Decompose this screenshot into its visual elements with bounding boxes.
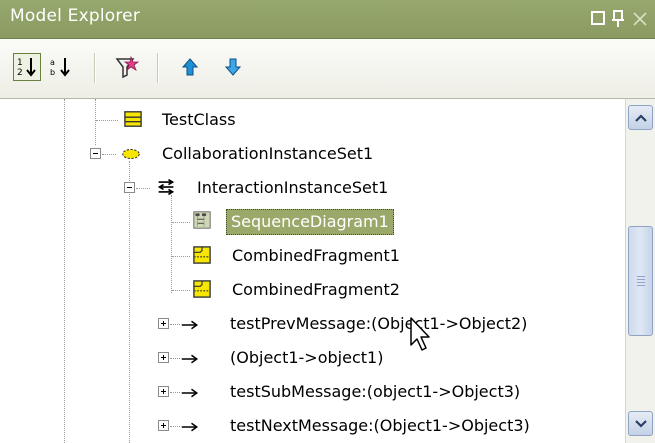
scroll-up-button[interactable] — [628, 105, 653, 130]
title-bar: Model Explorer — [0, 0, 655, 39]
expand-toggle[interactable] — [158, 318, 169, 329]
tree-item-message[interactable]: testSubMessage:(object1->Object3) — [0, 377, 625, 407]
toolbar: 1 2 a b — [0, 39, 655, 99]
collapse-toggle[interactable] — [90, 148, 101, 159]
tree-item-message[interactable]: testPrevMessage:(Object1->Object2) — [0, 309, 625, 339]
tree-item-label: testNextMessage:(Object1->Object3) — [230, 416, 530, 435]
tree-item-label: TestClass — [162, 110, 236, 129]
tree-item-label-selected: SequenceDiagram1 — [226, 209, 394, 235]
sort-alphabetically-button[interactable]: a b — [47, 53, 75, 81]
vertical-scrollbar[interactable] — [625, 99, 655, 443]
close-icon — [633, 12, 647, 26]
grip-line — [637, 285, 645, 286]
sequence-diagram-icon — [193, 211, 211, 229]
grip-line — [637, 279, 645, 280]
combined-fragment-icon — [193, 280, 211, 298]
scroll-down-button[interactable] — [628, 411, 653, 436]
expand-toggle[interactable] — [158, 352, 169, 363]
grip-line — [637, 282, 645, 283]
svg-text:2: 2 — [17, 68, 23, 78]
combined-fragment-icon — [193, 246, 211, 264]
chevron-up-icon — [634, 113, 647, 122]
expand-toggle[interactable] — [158, 386, 169, 397]
tree-branch-line — [172, 222, 190, 223]
tree-branch-line — [170, 392, 180, 393]
arrow-down-icon — [224, 58, 242, 76]
arrow-up-icon — [181, 58, 199, 76]
sort-by-type-button[interactable]: 1 2 — [13, 53, 41, 81]
collaboration-icon — [122, 148, 140, 160]
tree-item-combined-fragment-1[interactable]: CombinedFragment1 — [0, 241, 625, 271]
interaction-icon — [157, 178, 175, 196]
sort-alpha-icon: a b — [50, 58, 70, 77]
tree-item-message[interactable]: (Object1->object1) — [0, 343, 625, 373]
tree-item-label: CombinedFragment2 — [232, 280, 400, 299]
collapse-toggle[interactable] — [124, 182, 135, 193]
svg-text:b: b — [50, 68, 55, 77]
tree-item-interaction-instance-set[interactable]: InteractionInstanceSet1 — [0, 173, 625, 203]
class-icon — [124, 111, 142, 127]
tree-item-message[interactable]: testNextMessage:(Object1->Object3) — [0, 411, 625, 441]
pin-button[interactable] — [607, 7, 629, 31]
model-tree[interactable]: TestClass CollaborationInstanceSet1 Inte… — [0, 99, 625, 443]
tree-item-sequence-diagram[interactable]: SequenceDiagram1 — [0, 207, 625, 237]
maximize-button[interactable] — [587, 7, 609, 31]
toolbar-separator — [94, 53, 96, 83]
tree-branch-line — [102, 154, 116, 155]
tree-item-label: CombinedFragment1 — [232, 246, 400, 265]
tree-branch-line — [172, 256, 190, 257]
tree-branch-line — [170, 324, 180, 325]
tree-item-label: InteractionInstanceSet1 — [197, 178, 389, 197]
message-arrow-icon — [181, 388, 199, 398]
tree-branch-line — [170, 358, 180, 359]
tree-branch-line — [172, 290, 190, 291]
tree-branch-line — [170, 426, 180, 427]
scroll-thumb[interactable] — [628, 226, 653, 336]
tree-branch-line — [136, 188, 150, 189]
chevron-down-icon — [634, 419, 647, 428]
maximize-icon — [591, 10, 605, 25]
tree-branch-line — [96, 120, 118, 121]
message-arrow-icon — [181, 354, 199, 364]
tree-item-label: CollaborationInstanceSet1 — [162, 144, 374, 163]
message-arrow-icon — [181, 320, 199, 330]
message-arrow-icon — [181, 422, 199, 432]
sort-numeric-icon: 1 2 — [17, 58, 36, 78]
mouse-cursor-icon — [410, 317, 430, 351]
toolbar-separator — [157, 53, 159, 83]
tree-item-label: testSubMessage:(object1->Object3) — [230, 382, 521, 401]
tree-item-testclass[interactable]: TestClass — [0, 105, 625, 135]
close-button[interactable] — [629, 7, 651, 31]
tree-item-label: testPrevMessage:(Object1->Object2) — [230, 314, 528, 333]
move-down-button[interactable] — [219, 53, 247, 81]
tree-item-label: (Object1->object1) — [230, 348, 384, 367]
filter-icon — [115, 55, 140, 79]
filter-button[interactable] — [113, 53, 141, 81]
grip-line — [637, 276, 645, 277]
pin-icon — [612, 10, 624, 27]
panel-title: Model Explorer — [10, 6, 141, 26]
svg-text:a: a — [50, 58, 55, 67]
move-up-button[interactable] — [176, 53, 204, 81]
tree-item-combined-fragment-2[interactable]: CombinedFragment2 — [0, 275, 625, 305]
svg-text:1: 1 — [17, 58, 23, 68]
tree-item-collaboration-instance-set[interactable]: CollaborationInstanceSet1 — [0, 139, 625, 169]
model-explorer-panel: Model Explorer 1 2 a b TestClass Collabo… — [0, 0, 655, 443]
expand-toggle[interactable] — [158, 420, 169, 431]
